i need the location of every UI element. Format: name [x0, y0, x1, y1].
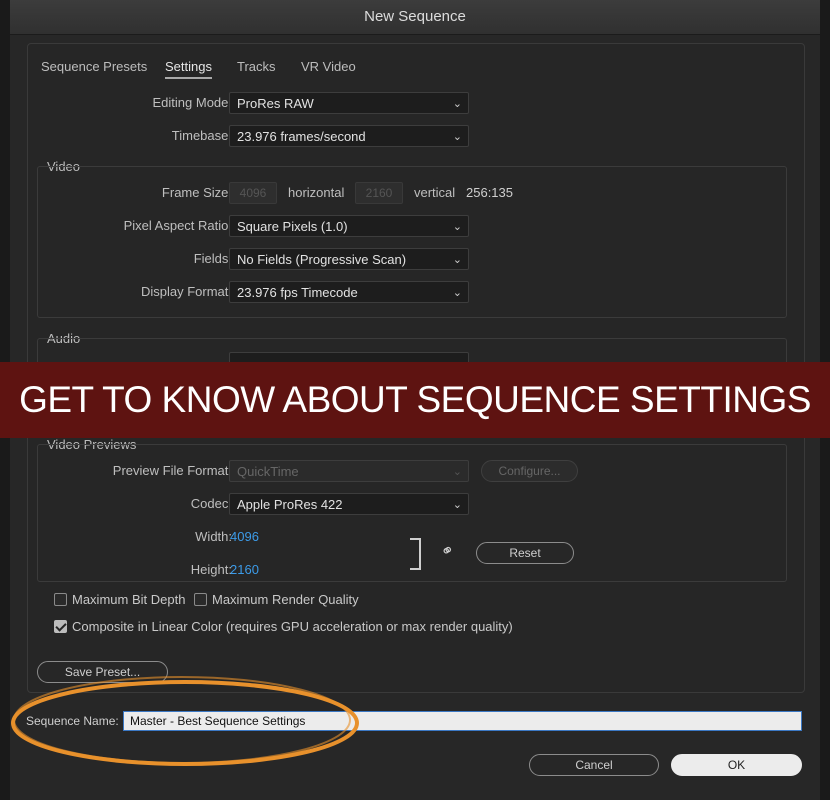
tab-sequence-presets[interactable]: Sequence Presets: [41, 59, 147, 74]
codec-value: Apple ProRes 422: [237, 497, 343, 512]
codec-label: Codec:: [190, 496, 232, 511]
chevron-down-icon: ⌄: [452, 98, 462, 110]
pixel-aspect-value: Square Pixels (1.0): [237, 219, 348, 234]
display-format-label: Display Format:: [140, 284, 232, 299]
display-format-value: 23.976 fps Timecode: [237, 285, 358, 300]
highlight-ellipse: [11, 676, 359, 766]
chevron-down-icon: ⌄: [452, 466, 462, 478]
chevron-down-icon: ⌄: [452, 131, 462, 143]
display-format-select[interactable]: 23.976 fps Timecode ⌄: [229, 281, 469, 303]
timebase-value: 23.976 frames/second: [237, 129, 366, 144]
preview-file-format-value: QuickTime: [237, 464, 299, 479]
cancel-button[interactable]: Cancel: [529, 754, 659, 776]
frame-height-field[interactable]: 2160: [355, 182, 403, 204]
title-banner: GET TO KNOW ABOUT SEQUENCE SETTINGS: [0, 362, 830, 438]
width-value[interactable]: 4096: [230, 529, 259, 544]
fields-select[interactable]: No Fields (Progressive Scan) ⌄: [229, 248, 469, 270]
link-bracket: [410, 538, 421, 570]
timebase-select[interactable]: 23.976 frames/second ⌄: [229, 125, 469, 147]
frame-width-field[interactable]: 4096: [229, 182, 277, 204]
tab-tracks[interactable]: Tracks: [237, 59, 276, 74]
preview-file-format-label: Preview File Format:: [112, 463, 232, 478]
configure-button[interactable]: Configure...: [481, 460, 578, 482]
fields-label: Fields:: [193, 251, 232, 266]
aspect-ratio-value: 256:135: [466, 185, 513, 200]
banner-text: GET TO KNOW ABOUT SEQUENCE SETTINGS: [19, 379, 811, 420]
editing-mode-label: Editing Mode:: [152, 95, 233, 110]
preview-file-format-select[interactable]: QuickTime ⌄: [229, 460, 469, 482]
chevron-down-icon: ⌄: [452, 287, 462, 299]
editing-mode-select[interactable]: ProRes RAW ⌄: [229, 92, 469, 114]
max-render-quality-checkbox[interactable]: [194, 593, 207, 606]
ok-button[interactable]: OK: [671, 754, 802, 776]
max-bit-depth-checkbox[interactable]: [54, 593, 67, 606]
chevron-down-icon: ⌄: [452, 254, 462, 266]
height-label: Height:: [190, 562, 232, 577]
height-value[interactable]: 2160: [230, 562, 259, 577]
reset-button[interactable]: Reset: [476, 542, 574, 564]
max-bit-depth-label: Maximum Bit Depth: [72, 592, 186, 607]
max-render-quality-label: Maximum Render Quality: [212, 592, 359, 607]
vertical-label: vertical: [414, 185, 456, 200]
tab-vr-video[interactable]: VR Video: [301, 59, 356, 74]
chevron-down-icon: ⌄: [452, 221, 462, 233]
dialog-title: New Sequence: [10, 0, 820, 35]
horizontal-label: horizontal: [288, 185, 345, 200]
pixel-aspect-label: Pixel Aspect Ratio:: [123, 218, 232, 233]
editing-mode-value: ProRes RAW: [237, 96, 314, 111]
fields-value: No Fields (Progressive Scan): [237, 252, 407, 267]
timebase-label: Timebase:: [171, 128, 232, 143]
chevron-down-icon: ⌄: [452, 499, 462, 511]
codec-select[interactable]: Apple ProRes 422 ⌄: [229, 493, 469, 515]
width-label: Width:: [195, 529, 232, 544]
highlight-ellipse-stroke-2: [13, 676, 351, 764]
linear-color-checkbox[interactable]: [54, 620, 67, 633]
pixel-aspect-select[interactable]: Square Pixels (1.0) ⌄: [229, 215, 469, 237]
linear-color-label: Composite in Linear Color (requires GPU …: [72, 619, 513, 634]
tab-settings[interactable]: Settings: [165, 59, 212, 79]
frame-size-label: Frame Size:: [161, 185, 232, 200]
